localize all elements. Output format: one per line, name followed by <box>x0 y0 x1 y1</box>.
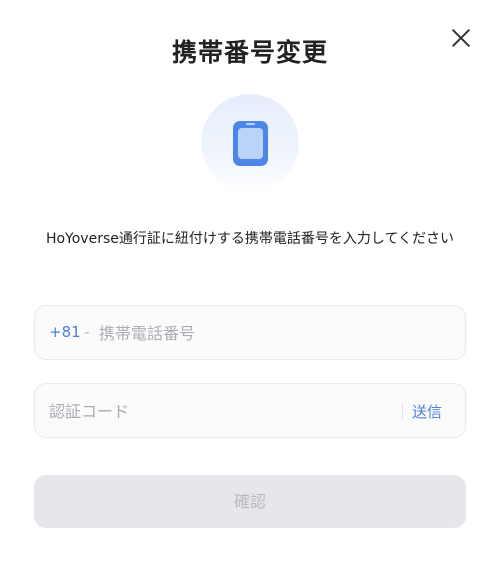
phone-number-field: +81 - <box>34 305 466 360</box>
change-phone-dialog: 携帯番号変更 HoYoverse通行証に紐付けする携帯電話番号を入力してください… <box>0 0 500 565</box>
country-code-separator: - <box>84 323 90 341</box>
phone-illustration <box>201 94 299 192</box>
dialog-title: 携帯番号変更 <box>171 38 328 67</box>
phone-number-input[interactable] <box>99 321 449 345</box>
confirm-button[interactable]: 確認 <box>34 475 466 528</box>
field-divider <box>402 403 403 419</box>
verification-code-field: 送信 <box>34 383 466 438</box>
country-code-selector[interactable]: +81 <box>49 323 81 341</box>
dialog-description: HoYoverse通行証に紐付けする携帯電話番号を入力してください <box>45 231 455 247</box>
send-code-button[interactable]: 送信 <box>412 401 442 422</box>
verification-code-input[interactable] <box>49 399 399 423</box>
close-icon[interactable] <box>450 27 472 49</box>
phone-icon <box>233 121 268 166</box>
